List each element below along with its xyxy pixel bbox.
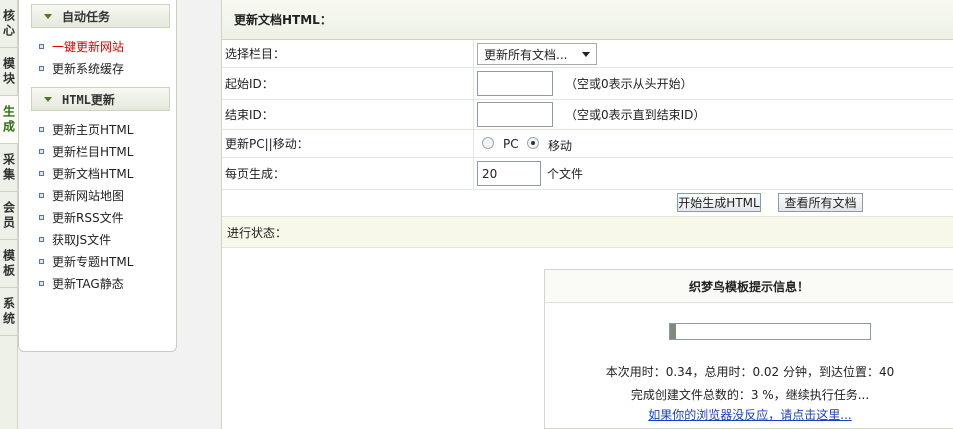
menu-item-label: 更新网站地图	[52, 188, 125, 203]
menu-item-update-sitemap[interactable]: 更新网站地图	[39, 186, 124, 204]
column-select-value: 更新所有文档...	[484, 47, 568, 62]
end-id-input[interactable]	[477, 102, 553, 127]
bullet-icon	[39, 43, 44, 49]
menu-item-update-cache[interactable]: 更新系统缓存	[39, 59, 124, 77]
radio-pc[interactable]	[482, 137, 494, 149]
bullet-icon	[39, 148, 44, 154]
completion-text: 完成创建文件总数的：3 %，继续执行任务...	[630, 388, 870, 402]
row-mode: 更新PC||移动： PC 移动	[222, 130, 953, 158]
menu-item-update-tags[interactable]: 更新TAG静态	[39, 274, 124, 292]
menu-group-auto-tasks[interactable]: 自动任务	[31, 4, 170, 28]
bullet-icon	[39, 280, 44, 286]
notice-box: 织梦鸟模板提示信息！ 本次用时：0.34，总用时：0.02 分钟，到达位置：40…	[544, 269, 953, 429]
tab-core[interactable]: 核心	[0, 0, 18, 48]
radio-pc-label: PC	[503, 137, 519, 151]
bullet-icon	[39, 236, 44, 242]
sidebar-menu: 自动任务 一键更新网站 更新系统缓存 HTML更新 更新主页HTML 更新栏目H…	[18, 0, 177, 352]
menu-item-update-home[interactable]: 更新主页HTML	[39, 120, 133, 138]
row-column-select: 选择栏目： 更新所有文档...	[222, 40, 953, 68]
row-end-id: 结束ID： （空或0表示直到结束ID）	[222, 100, 953, 130]
menu-item-get-js[interactable]: 获取JS文件	[39, 230, 111, 248]
menu-item-update-topics[interactable]: 更新专题HTML	[39, 252, 133, 270]
dropdown-arrow-icon	[582, 52, 590, 57]
start-id-hint: （空或0表示从头开始）	[565, 77, 693, 91]
tab-modules[interactable]: 模块	[0, 48, 18, 96]
menu-item-one-click-update[interactable]: 一键更新网站	[39, 37, 124, 55]
bullet-icon	[39, 214, 44, 220]
status-label: 进行状态：	[227, 225, 288, 240]
tab-generate[interactable]: 生成	[0, 96, 18, 144]
per-page-label: 每页生成：	[225, 167, 286, 181]
bullet-icon	[39, 170, 44, 176]
browser-fallback-link[interactable]: 如果你的浏览器没反应，请点击这里...	[545, 406, 953, 423]
menu-item-label: 更新TAG静态	[52, 276, 124, 291]
menu-item-update-documents[interactable]: 更新文档HTML	[39, 164, 133, 182]
menu-item-label: 获取JS文件	[52, 232, 112, 247]
page-title: 更新文档HTML：	[234, 13, 332, 27]
progress-bar-fill	[670, 324, 676, 339]
module-tab-bar: 核心 模块 生成 采集 会员 模板 系统	[0, 0, 18, 429]
caret-down-icon	[44, 13, 52, 19]
page-title-bar: 更新文档HTML：	[222, 0, 953, 40]
start-id-input[interactable]	[477, 71, 553, 96]
end-id-label: 结束ID：	[225, 108, 274, 122]
per-page-unit: 个文件	[547, 167, 584, 181]
progress-bar	[669, 323, 871, 340]
menu-group-title: HTML更新	[62, 92, 115, 107]
menu-item-update-rss[interactable]: 更新RSS文件	[39, 208, 124, 226]
radio-mobile[interactable]	[527, 137, 539, 149]
row-start-id: 起始ID： （空或0表示从头开始）	[222, 68, 953, 100]
menu-item-label: 更新文档HTML	[52, 166, 134, 181]
bullet-icon	[39, 65, 44, 71]
radio-mobile-label: 移动	[548, 139, 573, 153]
mode-label: 更新PC||移动：	[225, 137, 309, 151]
timing-text: 本次用时：0.34，总用时：0.02 分钟，到达位置：40	[605, 365, 895, 379]
row-per-page: 每页生成： 20 个文件	[222, 158, 953, 190]
column-label: 选择栏目：	[225, 47, 286, 61]
tab-members[interactable]: 会员	[0, 192, 18, 240]
end-id-hint: （空或0表示直到结束ID）	[565, 108, 706, 122]
menu-item-label: 一键更新网站	[52, 39, 125, 54]
tab-system[interactable]: 系统	[0, 288, 18, 336]
menu-item-label: 更新系统缓存	[52, 61, 125, 76]
menu-group-html-update[interactable]: HTML更新	[31, 87, 170, 111]
main-panel: 更新文档HTML： 选择栏目： 更新所有文档... 起始ID： （空或0表示从头…	[221, 0, 953, 429]
tab-collect[interactable]: 采集	[0, 144, 18, 192]
menu-item-label: 更新RSS文件	[52, 210, 124, 225]
bullet-icon	[39, 192, 44, 198]
start-id-label: 起始ID：	[225, 77, 274, 91]
view-all-documents-button[interactable]: 查看所有文档	[778, 193, 863, 212]
menu-item-label: 更新主页HTML	[52, 122, 134, 137]
bullet-icon	[39, 126, 44, 132]
per-page-input[interactable]: 20	[477, 161, 541, 186]
progress-status-bar: 进行状态：	[222, 216, 953, 248]
menu-item-label: 更新栏目HTML	[52, 144, 134, 159]
caret-down-icon	[44, 96, 52, 102]
menu-item-label: 更新专题HTML	[52, 254, 134, 269]
start-generate-button[interactable]: 开始生成HTML	[677, 193, 761, 212]
column-select[interactable]: 更新所有文档...	[477, 43, 597, 65]
bullet-icon	[39, 258, 44, 264]
notice-title: 织梦鸟模板提示信息！	[545, 270, 953, 303]
menu-group-title: 自动任务	[62, 9, 111, 24]
menu-item-update-columns[interactable]: 更新栏目HTML	[39, 142, 133, 160]
tab-templates[interactable]: 模板	[0, 240, 18, 288]
